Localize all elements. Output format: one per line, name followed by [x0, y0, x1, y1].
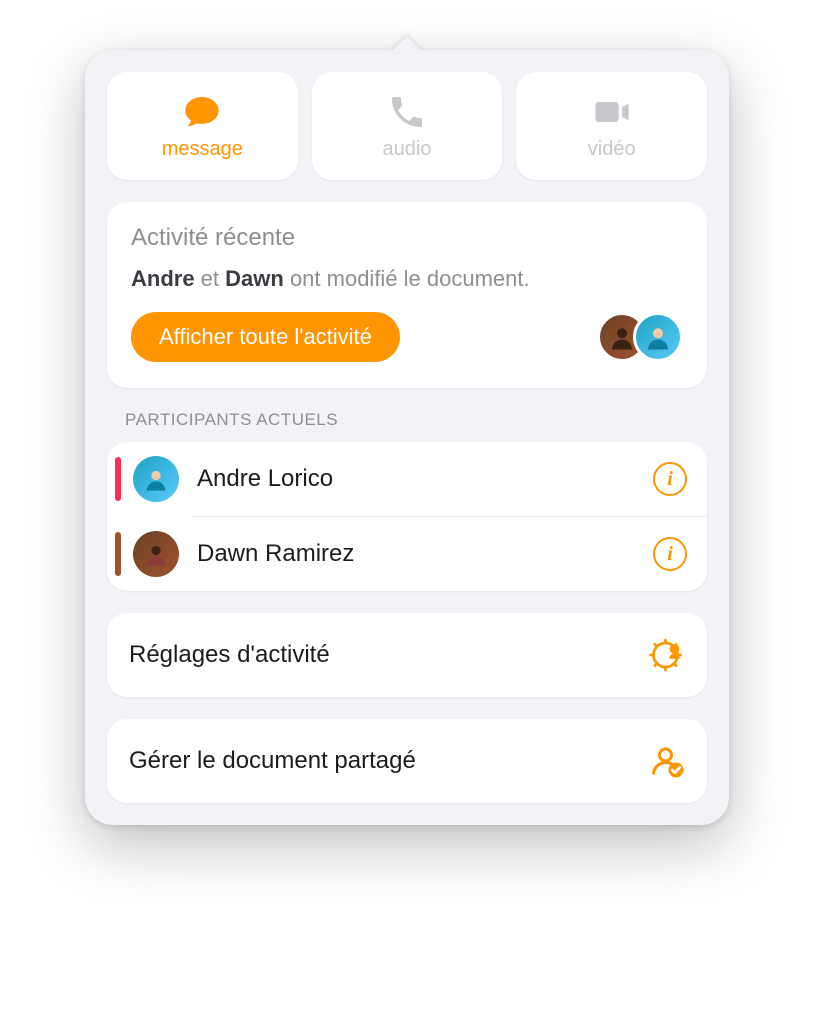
participants-header: Participants actuels	[125, 410, 707, 430]
info-button[interactable]: i	[653, 462, 687, 496]
recent-activity-title: Activité récente	[131, 224, 683, 252]
tab-video-label: vidéo	[588, 138, 636, 161]
tab-message-label: message	[162, 138, 243, 161]
recent-name-2: Dawn	[225, 266, 284, 291]
participants-list: Andre Lorico i Dawn Ramirez i	[107, 442, 707, 591]
tab-video[interactable]: vidéo	[516, 72, 707, 180]
recent-name-1: Andre	[131, 266, 195, 291]
avatar-dawn	[633, 312, 683, 362]
popover-arrow	[391, 36, 423, 52]
tab-row: message audio vidéo	[107, 72, 707, 180]
activity-row: Afficher toute l'activité	[131, 312, 683, 362]
gear-person-icon	[649, 637, 685, 673]
tab-audio[interactable]: audio	[312, 72, 503, 180]
activity-settings-label: Réglages d'activité	[129, 641, 330, 669]
participant-row[interactable]: Andre Lorico i	[107, 442, 707, 516]
participant-avatar	[133, 531, 179, 577]
activity-settings-row[interactable]: Réglages d'activité	[107, 613, 707, 697]
collaboration-popover: message audio vidéo Activité récente And…	[85, 50, 729, 825]
manage-shared-label: Gérer le document partagé	[129, 747, 416, 775]
video-icon	[592, 92, 632, 132]
phone-icon	[387, 92, 427, 132]
participant-row[interactable]: Dawn Ramirez i	[107, 517, 707, 591]
presence-stripe	[115, 532, 121, 576]
participant-avatar	[133, 456, 179, 502]
recent-activity-text: Andre et Dawn ont modifié le document.	[131, 266, 683, 292]
tab-message[interactable]: message	[107, 72, 298, 180]
avatar-stack	[611, 312, 683, 362]
recent-conj: et	[195, 266, 226, 291]
tab-audio-label: audio	[383, 138, 432, 161]
message-icon	[182, 92, 222, 132]
presence-stripe	[115, 457, 121, 501]
participant-name: Andre Lorico	[197, 465, 653, 493]
show-all-activity-button[interactable]: Afficher toute l'activité	[131, 312, 400, 362]
recent-suffix: ont modifié le document.	[284, 266, 530, 291]
recent-activity-card: Activité récente Andre et Dawn ont modif…	[107, 202, 707, 388]
manage-shared-row[interactable]: Gérer le document partagé	[107, 719, 707, 803]
participant-name: Dawn Ramirez	[197, 540, 653, 568]
info-button[interactable]: i	[653, 537, 687, 571]
person-check-icon	[649, 743, 685, 779]
